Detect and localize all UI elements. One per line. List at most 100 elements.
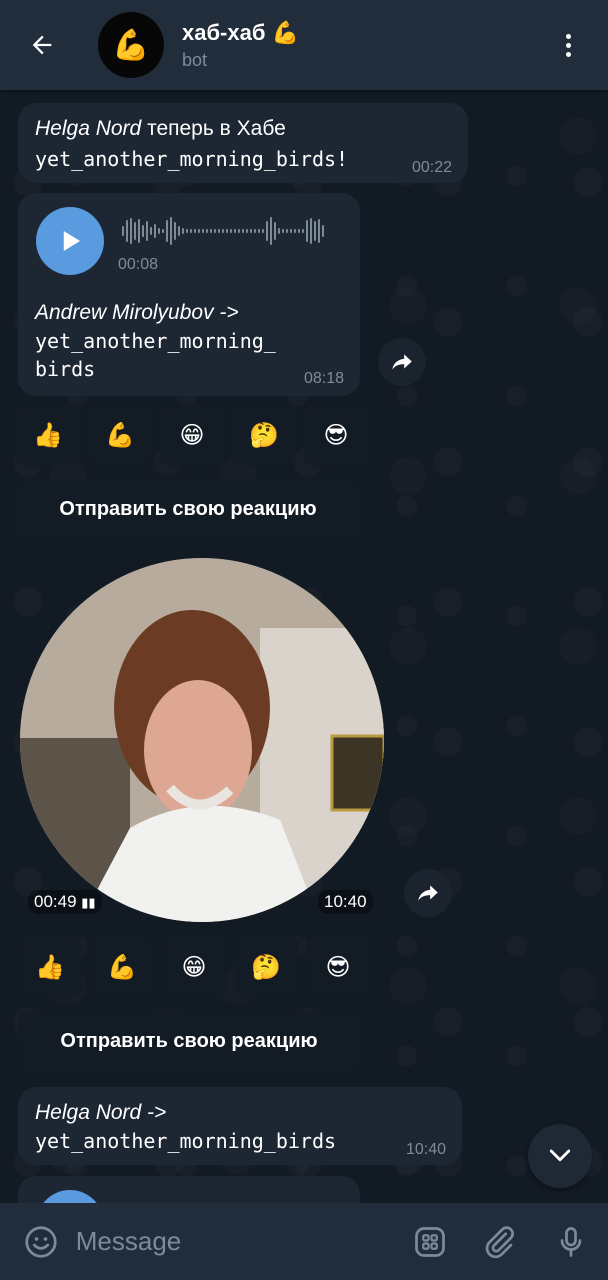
message-author: Helga Nord -> xyxy=(35,1101,167,1124)
waveform-bar xyxy=(186,229,188,233)
avatar[interactable]: 💪 xyxy=(98,12,164,78)
waveform-bar xyxy=(218,229,220,233)
waveform-bar xyxy=(162,229,164,233)
waveform-bar xyxy=(294,229,296,233)
avatar-emoji: 💪 xyxy=(112,28,150,62)
message-text: теперь в Хабе xyxy=(141,117,286,140)
message-chat-name: yet_another_morning_birds xyxy=(35,1129,337,1153)
waveform-bar xyxy=(262,229,264,233)
chevron-down-icon xyxy=(549,1149,571,1162)
reaction-row: 👍 💪 😁 🤔 😎 xyxy=(16,404,368,466)
voice-waveform[interactable] xyxy=(122,217,324,245)
waveform-bar xyxy=(130,218,132,244)
waveform-bar xyxy=(322,225,324,237)
send-reaction-button[interactable]: Отправить свою реакцию xyxy=(16,478,360,540)
scroll-down-button[interactable] xyxy=(528,1124,592,1188)
waveform-bar xyxy=(290,229,292,233)
video-duration: 00:49 xyxy=(34,892,77,911)
voice-duration: 00:08 xyxy=(118,256,159,273)
reaction-row: 👍 💪 😁 🤔 😎 xyxy=(18,936,370,998)
waveform-bar xyxy=(190,229,192,233)
video-frame xyxy=(20,558,384,922)
message-chat-name-line2: birds xyxy=(35,357,96,381)
waveform-bar xyxy=(250,229,252,233)
waveform-bar xyxy=(274,222,276,240)
message-time: 00:22 xyxy=(411,159,452,176)
send-reaction-button[interactable]: Отправить свою реакцию xyxy=(18,1010,360,1072)
waveform-bar xyxy=(174,222,176,240)
share-button[interactable] xyxy=(404,869,452,917)
reaction-button-flexed-biceps[interactable]: 💪 xyxy=(90,936,154,998)
reaction-button-thinking[interactable]: 🤔 xyxy=(232,404,296,466)
reaction-button-thumbs-up[interactable]: 👍 xyxy=(18,936,82,998)
attach-button[interactable] xyxy=(481,1222,519,1262)
emoji-icon xyxy=(25,1225,57,1258)
share-icon xyxy=(392,354,412,370)
message-voice[interactable]: 00:08 Andrew Mirolyubov -> yet_another_m… xyxy=(18,193,360,396)
message-join-notice[interactable]: Helga Nord теперь в Хабе yet_another_mor… xyxy=(18,103,468,183)
waveform-bar xyxy=(202,229,204,233)
reaction-button-flexed-biceps[interactable]: 💪 xyxy=(88,404,152,466)
waveform-bar xyxy=(266,221,268,241)
message-input-bar xyxy=(0,1203,608,1280)
reaction-button-grin[interactable]: 😁 xyxy=(162,936,226,998)
voice-play-button[interactable] xyxy=(36,207,104,275)
message-input[interactable] xyxy=(75,1221,411,1262)
more-menu-button[interactable] xyxy=(548,15,588,75)
waveform-bar xyxy=(226,229,228,233)
message-time: 08:18 xyxy=(303,370,344,387)
chat-title: хаб-хаб 💪 xyxy=(182,19,299,45)
volume-bars-icon: ▮▮ xyxy=(81,895,96,910)
chat-header: 💪 хаб-хаб 💪 bot xyxy=(0,0,608,90)
waveform-bar xyxy=(298,229,300,233)
waveform-bar xyxy=(282,229,284,233)
back-button[interactable] xyxy=(20,23,64,67)
waveform-bar xyxy=(194,229,196,233)
reaction-button-thumbs-up[interactable]: 👍 xyxy=(16,404,80,466)
emoji-button[interactable] xyxy=(22,1222,60,1262)
message-forward-notice[interactable]: Helga Nord -> yet_another_morning_birds … xyxy=(18,1087,462,1165)
waveform-bar xyxy=(182,228,184,234)
waveform-bar xyxy=(154,224,156,238)
voice-record-button[interactable] xyxy=(552,1222,590,1262)
waveform-bar xyxy=(126,220,128,242)
waveform-bar xyxy=(166,220,168,242)
waveform-bar xyxy=(122,226,124,236)
waveform-bar xyxy=(138,219,140,243)
paperclip-icon xyxy=(486,1225,515,1258)
chat-title-block[interactable]: хаб-хаб 💪 bot xyxy=(182,20,548,71)
waveform-bar xyxy=(302,229,304,233)
reaction-button-grin[interactable]: 😁 xyxy=(160,404,224,466)
share-button[interactable] xyxy=(378,338,426,386)
message-author: Andrew Mirolyubov -> xyxy=(35,301,239,324)
waveform-bar xyxy=(278,228,280,234)
waveform-bar xyxy=(146,221,148,241)
reaction-button-thinking[interactable]: 🤔 xyxy=(234,936,298,998)
waveform-bar xyxy=(206,229,208,233)
bot-commands-button[interactable] xyxy=(411,1222,449,1262)
share-icon xyxy=(418,885,438,901)
message-chat-name-line1: yet_another_morning_ xyxy=(35,329,276,353)
reaction-button-sunglasses[interactable]: 😎 xyxy=(306,936,370,998)
message-author: Helga Nord xyxy=(35,117,142,140)
waveform-bar xyxy=(170,217,172,245)
waveform-bar xyxy=(158,228,160,234)
waveform-bar xyxy=(142,225,144,237)
waveform-bar xyxy=(306,220,308,242)
waveform-bar xyxy=(238,229,240,233)
video-time: 10:40 xyxy=(318,890,373,914)
waveform-bar xyxy=(246,229,248,233)
waveform-bar xyxy=(134,222,136,240)
more-vertical-icon xyxy=(565,33,571,39)
waveform-bar xyxy=(222,229,224,233)
waveform-bar xyxy=(310,218,312,244)
reaction-button-sunglasses[interactable]: 😎 xyxy=(304,404,368,466)
video-message[interactable] xyxy=(20,558,384,922)
waveform-bar xyxy=(178,226,180,236)
waveform-bar xyxy=(314,221,316,241)
waveform-bar xyxy=(258,229,260,233)
arrow-left-icon xyxy=(32,35,52,55)
waveform-bar xyxy=(254,229,256,233)
bot-commands-icon xyxy=(414,1226,445,1257)
video-duration-badge: 00:49 ▮▮ xyxy=(28,890,102,914)
